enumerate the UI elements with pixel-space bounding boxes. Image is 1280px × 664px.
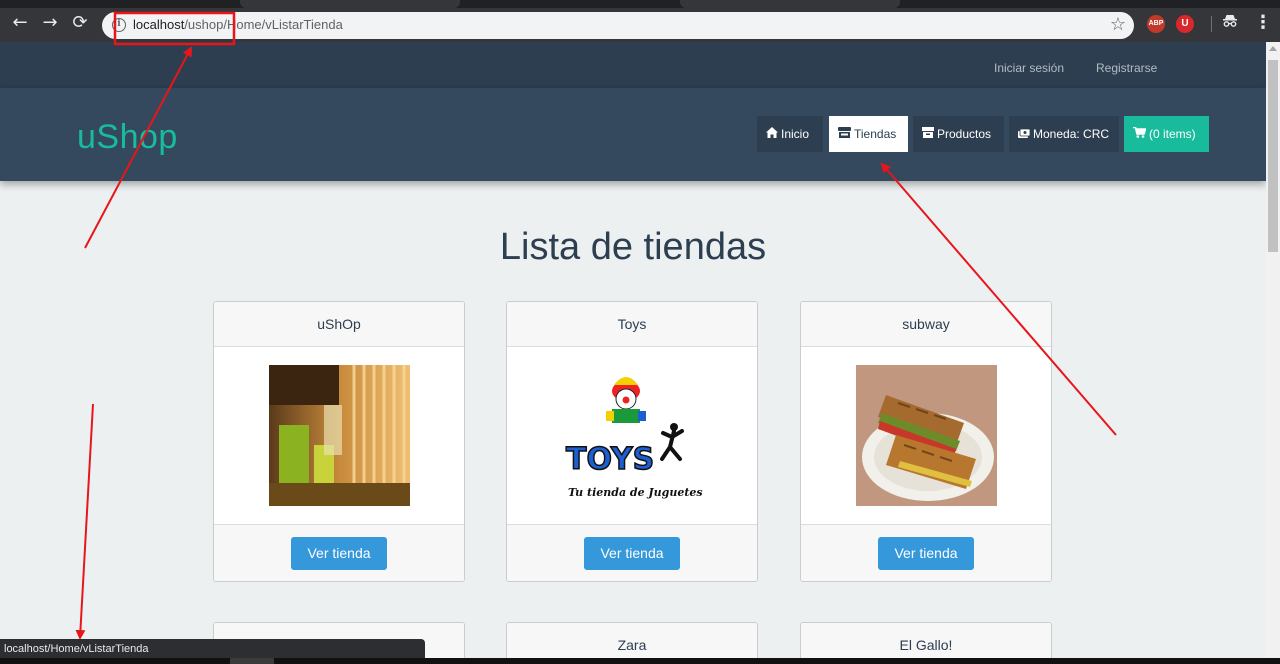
bookmark-star-icon[interactable]: ☆ (1110, 14, 1126, 35)
address-bar[interactable]: i localhost/ushop/Home/vListarTienda ☆ (102, 12, 1134, 39)
restaurant-interior-photo (269, 365, 410, 506)
browser-toolbar: ← → ⟳ i localhost/ushop/Home/vListarTien… (0, 0, 1280, 42)
nav-tiendas-label: Tiendas (854, 127, 897, 141)
store-card: Toys TOYS Tu tienda de Juguetes Ver tien… (506, 301, 758, 582)
page-title: Lista de tiendas (499, 226, 767, 268)
link-status-bar: localhost/Home/vListarTienda (0, 639, 425, 660)
ver-tienda-button[interactable]: Ver tienda (291, 537, 387, 570)
tab-strip (0, 0, 1280, 8)
browser-tab[interactable] (240, 0, 460, 8)
store-card: subway Ver tienda (800, 301, 1052, 582)
store-image-area (214, 347, 464, 525)
site-header: uShop Inicio Tiendas Productos Moneda: C… (0, 88, 1266, 181)
info-icon[interactable]: i (112, 18, 126, 32)
url-host: localhost (133, 17, 185, 32)
brand-logo[interactable]: uShop (77, 118, 178, 157)
nav-productos-label: Productos (937, 127, 992, 141)
nav-cart-label: (0 items) (1149, 127, 1196, 141)
home-icon (766, 117, 778, 153)
store-card: uShOp Ver tienda (213, 301, 465, 582)
toys-logo-word: TOYS (566, 442, 654, 477)
ver-tienda-button[interactable]: Ver tienda (878, 537, 974, 570)
store-card-footer: Ver tienda (801, 525, 1051, 581)
store-image-area: TOYS Tu tienda de Juguetes (507, 347, 757, 525)
nav-inicio[interactable]: Inicio (757, 116, 823, 152)
adblock-plus-icon[interactable]: ABP (1147, 15, 1165, 33)
login-link[interactable]: Iniciar sesión (994, 61, 1064, 75)
site-topbar: Iniciar sesión Registrarse (0, 42, 1266, 88)
nav-inicio-label: Inicio (781, 127, 810, 141)
nav-moneda[interactable]: Moneda: CRC (1009, 116, 1119, 152)
store-name: subway (801, 302, 1051, 347)
store-card-footer: Ver tienda (507, 525, 757, 581)
nav-productos[interactable]: Productos (913, 116, 1004, 152)
incognito-icon[interactable] (1222, 13, 1238, 33)
scroll-up-icon[interactable] (1269, 46, 1277, 51)
store-icon (838, 117, 851, 153)
sandwich-photo (856, 365, 997, 506)
store-card-footer: Ver tienda (214, 525, 464, 581)
toolbar-divider (1211, 16, 1212, 32)
arrow-left-icon[interactable]: ← (9, 12, 31, 34)
page-scrollbar[interactable] (1266, 42, 1280, 664)
browser-tab[interactable] (680, 0, 900, 8)
taskbar (0, 658, 1280, 664)
scroll-thumb[interactable] (1268, 60, 1278, 252)
store-image-area (801, 347, 1051, 525)
money-icon (1018, 117, 1031, 153)
ver-tienda-button[interactable]: Ver tienda (584, 537, 680, 570)
ublock-icon[interactable]: U (1176, 15, 1194, 33)
nav-cart[interactable]: (0 items) (1124, 116, 1209, 152)
nav-moneda-label: Moneda: CRC (1033, 127, 1110, 141)
store-name: Toys (507, 302, 757, 347)
toys-logo: TOYS Tu tienda de Juguetes (562, 365, 703, 506)
kebab-menu-icon[interactable]: ⋮ (1254, 12, 1272, 34)
cart-icon (1133, 117, 1147, 153)
reload-icon[interactable]: ⟳ (69, 12, 91, 34)
store-name: uShOp (214, 302, 464, 347)
register-link[interactable]: Registrarse (1096, 61, 1157, 75)
toys-logo-tagline: Tu tienda de Juguetes (568, 486, 703, 499)
taskbar-item[interactable] (230, 658, 274, 664)
url-text[interactable]: localhost/ushop/Home/vListarTienda (133, 17, 343, 32)
nav-tiendas[interactable]: Tiendas (829, 116, 908, 152)
arrow-right-icon[interactable]: → (39, 12, 61, 34)
box-icon (922, 117, 934, 153)
url-path: /ushop/Home/vListarTienda (184, 17, 343, 32)
annotation-arrow (75, 403, 94, 640)
